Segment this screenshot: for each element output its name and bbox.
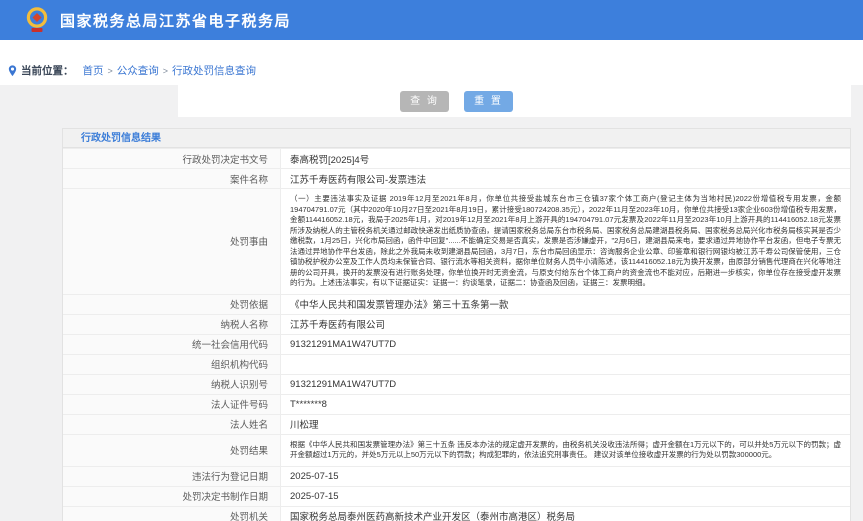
penalty-result-text: 根据《中华人民共和国发票管理办法》第三十五条 违反本办法的规定虚开发票的，由税务… [290, 440, 841, 461]
app-header: 国家税务总局江苏省电子税务局 [0, 0, 863, 40]
row-label: 纳税人识别号 [63, 375, 281, 394]
row-label: 行政处罚决定书文号 [63, 149, 281, 168]
row-label: 纳税人名称 [63, 315, 281, 334]
row-label: 处罚决定书制作日期 [63, 487, 281, 506]
table-row-penalty-result: 处罚结果 根据《中华人民共和国发票管理办法》第三十五条 违反本办法的规定虚开发票… [63, 434, 850, 466]
row-label: 处罚事由 [63, 189, 281, 294]
penalty-reason-text: （一）主要违法事实及证据 2019年12月至2021年8月，你单位共接受盐城东台… [290, 194, 841, 289]
row-value: 2025-07-15 [281, 487, 850, 506]
row-value: T*******8 [281, 395, 850, 414]
row-label: 组织机构代码 [63, 355, 281, 374]
row-label: 处罚结果 [63, 435, 281, 466]
table-row-decision-date: 处罚决定书制作日期 2025-07-15 [63, 486, 850, 506]
row-label: 违法行为登记日期 [63, 467, 281, 486]
table-row-taxpayer-name: 纳税人名称 江苏千寿医药有限公司 [63, 314, 850, 334]
row-label: 统一社会信用代码 [63, 335, 281, 354]
row-label: 处罚机关 [63, 507, 281, 521]
panel-title: 行政处罚信息结果 [63, 129, 850, 148]
row-label: 案件名称 [63, 169, 281, 188]
table-row-legal-person-name: 法人姓名 川松理 [63, 414, 850, 434]
tax-emblem-icon [24, 6, 50, 34]
query-button[interactable]: 查 询 [400, 91, 449, 112]
row-label: 法人证件号码 [63, 395, 281, 414]
breadcrumb-link-home[interactable]: 首页 [83, 63, 104, 78]
row-value [281, 355, 850, 374]
row-value: 江苏千寿医药有限公司-发票违法 [281, 169, 850, 188]
row-value: 国家税务总局泰州医药高新技术产业开发区（泰州市高港区）税务局 [281, 507, 850, 521]
row-value: 《中华人民共和国发票管理办法》第三十五条第一款 [281, 295, 850, 314]
table-row-case-name: 案件名称 江苏千寿医药有限公司-发票违法 [63, 168, 850, 188]
row-value: 川松理 [281, 415, 850, 434]
location-pin-icon [8, 65, 17, 77]
app-title: 国家税务总局江苏省电子税务局 [60, 10, 291, 31]
breadcrumb-link-public-query[interactable]: 公众查询 [117, 63, 159, 78]
row-value: 91321291MA1W47UT7D [281, 375, 850, 394]
row-value: 2025-07-15 [281, 467, 850, 486]
table-row-violation-reg-date: 违法行为登记日期 2025-07-15 [63, 466, 850, 486]
table-row-legal-person-id: 法人证件号码 T*******8 [63, 394, 850, 414]
row-label: 处罚依据 [63, 295, 281, 314]
table-row-penalty-reason: 处罚事由 （一）主要违法事实及证据 2019年12月至2021年8月，你单位共接… [63, 188, 850, 294]
breadcrumb-separator: > [108, 66, 113, 76]
table-row-taxpayer-id: 纳税人识别号 91321291MA1W47UT7D [63, 374, 850, 394]
table-row-org-code: 组织机构代码 [63, 354, 850, 374]
table-row-penalty-basis: 处罚依据 《中华人民共和国发票管理办法》第三十五条第一款 [63, 294, 850, 314]
breadcrumb: 当前位置： 首页 > 公众查询 > 行政处罚信息查询 [8, 63, 259, 78]
table-row-authority: 处罚机关 国家税务总局泰州医药高新技术产业开发区（泰州市高港区）税务局 [63, 506, 850, 521]
subheader-band: 当前位置： 首页 > 公众查询 > 行政处罚信息查询 [0, 40, 863, 85]
row-value: 91321291MA1W47UT7D [281, 335, 850, 354]
table-row-credit-code: 统一社会信用代码 91321291MA1W47UT7D [63, 334, 850, 354]
row-label: 法人姓名 [63, 415, 281, 434]
row-value: （一）主要违法事实及证据 2019年12月至2021年8月，你单位共接受盐城东台… [281, 189, 850, 294]
button-strip: 查 询 重 置 [62, 89, 851, 113]
breadcrumb-separator: > [163, 66, 168, 76]
row-value: 根据《中华人民共和国发票管理办法》第三十五条 违反本办法的规定虚开发票的，由税务… [281, 435, 850, 466]
breadcrumb-label: 当前位置： [21, 63, 74, 78]
page: 国家税务总局江苏省电子税务局 当前位置： 首页 > 公众查询 > 行政处罚信息查… [0, 0, 863, 521]
result-panel: 行政处罚信息结果 行政处罚决定书文号 泰高税罚[2025]4号 案件名称 江苏千… [62, 128, 851, 521]
row-value: 江苏千寿医药有限公司 [281, 315, 850, 334]
row-value: 泰高税罚[2025]4号 [281, 149, 850, 168]
table-row-decision-no: 行政处罚决定书文号 泰高税罚[2025]4号 [63, 148, 850, 168]
reset-button[interactable]: 重 置 [464, 91, 513, 112]
breadcrumb-link-penalty-query[interactable]: 行政处罚信息查询 [172, 63, 256, 78]
